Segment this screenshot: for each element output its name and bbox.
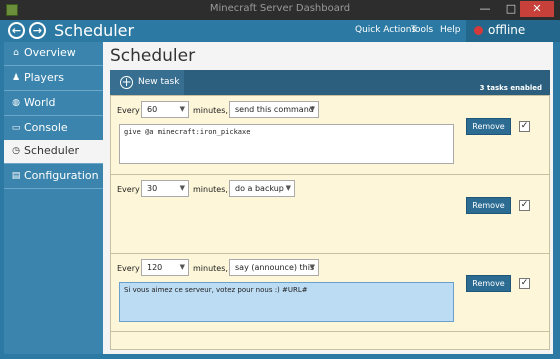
interval-value: 120 <box>147 263 163 272</box>
forward-arrow-icon[interactable]: → <box>29 22 46 39</box>
task-list: Every 60 ▼ minutes, send this command ▼ … <box>110 95 550 350</box>
sidebar-item-label: World <box>24 96 56 109</box>
chevron-down-icon: ▼ <box>285 184 291 192</box>
every-label: Every <box>117 106 140 115</box>
minimize-button[interactable]: — <box>472 1 498 17</box>
interval-value: 60 <box>147 105 158 114</box>
settings-icon: ▤ <box>11 171 21 181</box>
action-select[interactable]: say (announce) this ▼ <box>229 259 319 276</box>
terminal-icon: ▭ <box>11 123 21 133</box>
minutes-label: minutes, <box>193 185 228 194</box>
sidebar-item-players[interactable]: ♟ Players <box>4 67 103 91</box>
chevron-down-icon: ▼ <box>179 263 185 271</box>
sidebar-item-label: Configuration <box>24 169 99 182</box>
minutes-label: minutes, <box>193 264 228 273</box>
chevron-down-icon: ▼ <box>309 105 315 113</box>
sidebar-item-label: Overview <box>24 46 76 59</box>
chevron-down-icon: ▼ <box>179 105 185 113</box>
home-icon: ⌂ <box>13 48 19 58</box>
sidebar: ⌂ Overview ♟ Players ◍ World ▭ Console ◷… <box>4 42 103 354</box>
action-select[interactable]: do a backup ▼ <box>229 180 295 197</box>
chevron-down-icon: ▼ <box>179 184 185 192</box>
sidebar-item-label: Players <box>24 71 64 84</box>
new-task-label: New task <box>138 77 180 87</box>
remove-button[interactable]: Remove <box>466 197 511 214</box>
interval-select[interactable]: 30 ▼ <box>141 180 189 197</box>
back-arrow-icon[interactable]: ← <box>8 22 25 39</box>
interval-select[interactable]: 60 ▼ <box>141 101 189 118</box>
sidebar-item-console[interactable]: ▭ Console <box>4 117 103 141</box>
task-toolbar: + New task 3 tasks enabled <box>110 70 550 95</box>
main-content: Scheduler + New task 3 tasks enabled Eve… <box>103 42 553 354</box>
remove-button[interactable]: Remove <box>466 275 511 292</box>
enabled-checkbox[interactable]: ✓ <box>519 121 530 132</box>
task-row: Every 120 ▼ minutes, say (announce) this… <box>111 254 549 332</box>
header-title: Scheduler <box>54 21 135 40</box>
sidebar-item-configuration[interactable]: ▤ Configuration <box>4 165 103 189</box>
action-value: do a backup <box>235 184 284 193</box>
app-window: Minecraft Server Dashboard — □ ✕ ← → Sch… <box>0 0 560 359</box>
sidebar-item-scheduler[interactable]: ◷ Scheduler <box>4 140 103 164</box>
status-text: offline <box>488 23 526 37</box>
clock-icon: ◷ <box>12 146 20 156</box>
task-row: Every 30 ▼ minutes, do a backup ▼ Remove… <box>111 175 549 254</box>
chevron-down-icon: ▼ <box>309 263 315 271</box>
action-value: send this command <box>235 105 314 114</box>
sidebar-item-world[interactable]: ◍ World <box>4 92 103 116</box>
new-task-button[interactable]: + New task <box>110 70 184 95</box>
menu-help[interactable]: Help <box>440 25 461 35</box>
sidebar-item-overview[interactable]: ⌂ Overview <box>4 42 103 66</box>
close-button[interactable]: ✕ <box>520 1 554 17</box>
command-textarea[interactable]: give @a minecraft:iron_pickaxe <box>119 124 454 164</box>
sidebar-item-label: Scheduler <box>24 144 80 157</box>
announce-textarea[interactable]: Si vous aimez ce serveur, votez pour nou… <box>119 282 454 322</box>
menu-quick-actions[interactable]: Quick Actions <box>355 25 416 35</box>
sidebar-item-label: Console <box>24 121 68 134</box>
server-status: offline <box>466 20 560 42</box>
enabled-checkbox[interactable]: ✓ <box>519 200 530 211</box>
page-title: Scheduler <box>110 46 196 66</box>
action-select[interactable]: send this command ▼ <box>229 101 319 118</box>
person-icon: ♟ <box>11 73 21 83</box>
menu-tools[interactable]: Tools <box>411 25 433 35</box>
every-label: Every <box>117 185 140 194</box>
title-bar: Minecraft Server Dashboard — □ ✕ <box>0 0 560 20</box>
remove-button[interactable]: Remove <box>466 118 511 135</box>
task-row: Every 60 ▼ minutes, send this command ▼ … <box>111 96 549 175</box>
interval-value: 30 <box>147 184 158 193</box>
minutes-label: minutes, <box>193 106 228 115</box>
status-dot-icon <box>474 26 483 35</box>
plus-icon: + <box>120 75 133 89</box>
enabled-checkbox[interactable]: ✓ <box>519 278 530 289</box>
action-value: say (announce) this <box>235 263 315 272</box>
every-label: Every <box>117 264 140 273</box>
tasks-enabled-count: 3 tasks enabled <box>479 84 542 92</box>
interval-select[interactable]: 120 ▼ <box>141 259 189 276</box>
globe-icon: ◍ <box>12 98 20 108</box>
